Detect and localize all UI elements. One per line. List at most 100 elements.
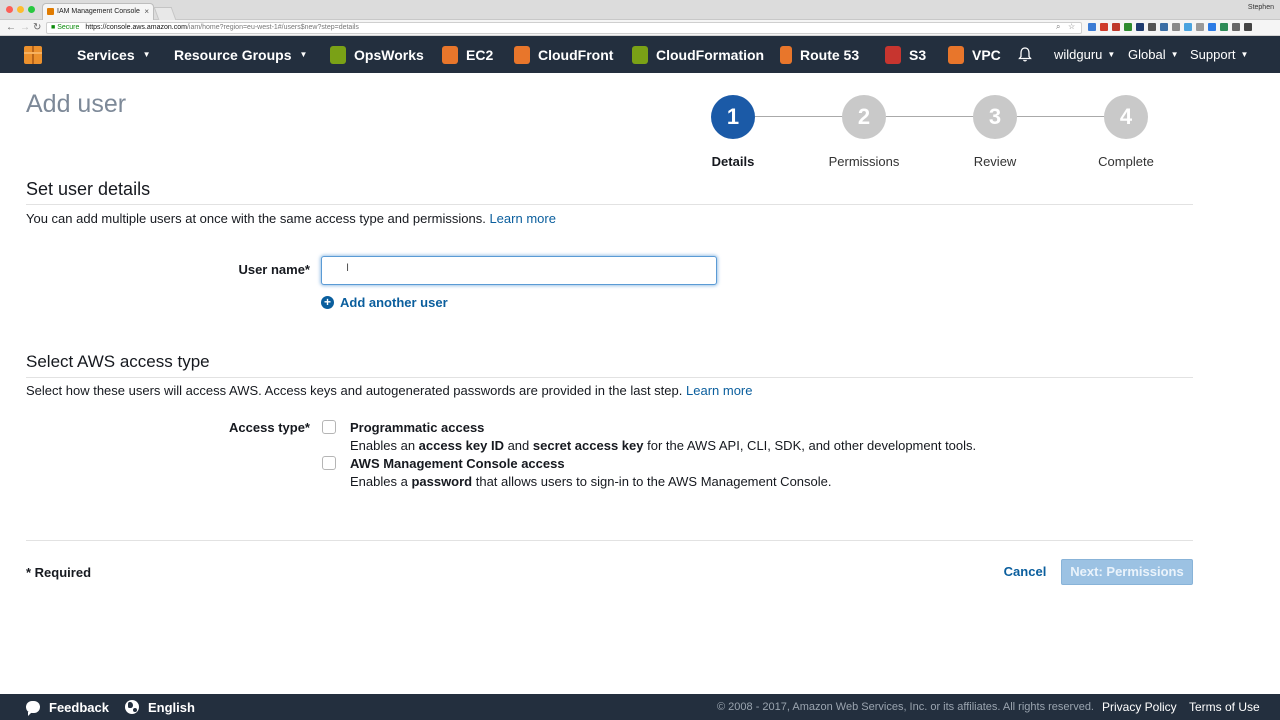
chevron-down-icon: ▼ xyxy=(1107,50,1116,59)
shortcut-opsworks[interactable]: OpsWorks xyxy=(330,36,424,73)
cloudformation-icon xyxy=(632,45,648,64)
user-name-input[interactable] xyxy=(321,256,717,285)
step-number: 1 xyxy=(711,95,755,139)
opsworks-icon xyxy=(330,45,346,64)
learn-more-link[interactable]: Learn more xyxy=(489,211,555,226)
divider xyxy=(26,377,1193,378)
next-permissions-button[interactable]: Next: Permissions xyxy=(1061,559,1193,585)
user-details-description: You can add multiple users at once with … xyxy=(26,211,556,226)
region-label: Global xyxy=(1128,47,1166,62)
aws-favicon-icon xyxy=(47,8,54,15)
secure-label: Secure xyxy=(57,24,80,31)
resource-groups-menu[interactable]: Resource Groups ▼ xyxy=(174,36,307,73)
privacy-policy-link[interactable]: Privacy Policy xyxy=(1102,694,1177,720)
console-access-description: Enables a password that allows users to … xyxy=(350,474,832,489)
extension-icon[interactable] xyxy=(1184,23,1192,31)
extension-icon[interactable] xyxy=(1112,23,1120,31)
description-text: You can add multiple users at once with … xyxy=(26,211,486,226)
shortcut-cloudformation[interactable]: CloudFormation xyxy=(632,36,764,73)
feedback-button[interactable]: Feedback xyxy=(26,694,109,720)
resource-groups-label: Resource Groups xyxy=(174,46,292,63)
minimize-window-icon[interactable] xyxy=(17,6,24,13)
search-icon[interactable]: ⌕ xyxy=(1056,22,1060,32)
browser-tab-strip: IAM Management Console × Stephen xyxy=(0,0,1280,20)
account-menu[interactable]: wildguru ▼ xyxy=(1054,36,1115,73)
services-menu[interactable]: Services ▼ xyxy=(77,36,151,73)
programmatic-access-checkbox[interactable] xyxy=(322,420,336,434)
console-access-checkbox[interactable] xyxy=(322,456,336,470)
chevron-down-icon: ▼ xyxy=(1170,50,1179,59)
shortcut-s3[interactable]: S3 xyxy=(885,36,926,73)
language-button[interactable]: English xyxy=(125,694,195,720)
menu-icon[interactable] xyxy=(1244,23,1252,31)
chevron-down-icon: ▼ xyxy=(142,50,151,59)
divider xyxy=(26,204,1193,205)
extension-icon[interactable] xyxy=(1172,23,1180,31)
step-number: 3 xyxy=(973,95,1017,139)
terms-of-use-link[interactable]: Terms of Use xyxy=(1189,694,1260,720)
extension-icon[interactable] xyxy=(1136,23,1144,31)
plus-circle-icon: + xyxy=(321,296,334,309)
extension-icon[interactable] xyxy=(1124,23,1132,31)
desc-text: Enables a xyxy=(350,474,412,489)
support-menu[interactable]: Support ▼ xyxy=(1190,36,1248,73)
shortcut-vpc[interactable]: VPC xyxy=(948,36,1001,73)
extension-icon[interactable] xyxy=(1100,23,1108,31)
access-type-description: Select how these users will access AWS. … xyxy=(26,383,752,398)
close-window-icon[interactable] xyxy=(6,6,13,13)
wizard-step-permissions: 2 Permissions xyxy=(819,95,909,169)
copyright-text: © 2008 - 2017, Amazon Web Services, Inc.… xyxy=(717,701,1094,713)
reload-icon[interactable]: ↻ xyxy=(33,21,41,35)
extension-icon[interactable] xyxy=(1088,23,1096,31)
aws-cube-icon xyxy=(24,45,42,64)
cancel-button[interactable]: Cancel xyxy=(1000,559,1050,585)
browser-tab[interactable]: IAM Management Console × xyxy=(42,3,154,20)
region-menu[interactable]: Global ▼ xyxy=(1128,36,1179,73)
desc-text: for the AWS API, CLI, SDK, and other dev… xyxy=(643,438,977,453)
wizard-step-review: 3 Review xyxy=(950,95,1040,169)
services-label: Services xyxy=(77,46,135,63)
url-host: https://console.aws.amazon.com xyxy=(85,24,187,31)
notifications-button[interactable] xyxy=(1018,36,1032,73)
extension-icon[interactable] xyxy=(1208,23,1216,31)
extension-icon[interactable] xyxy=(1220,23,1228,31)
shortcut-cloudfront[interactable]: CloudFront xyxy=(514,36,613,73)
learn-more-link[interactable]: Learn more xyxy=(686,383,752,398)
shortcut-label: EC2 xyxy=(466,46,494,63)
bell-icon xyxy=(1018,47,1032,62)
step-number: 4 xyxy=(1104,95,1148,139)
tab-close-icon[interactable]: × xyxy=(144,4,149,20)
step-label: Details xyxy=(711,154,755,169)
shortcut-route53[interactable]: Route 53 xyxy=(780,36,859,73)
extension-icon[interactable] xyxy=(1232,23,1240,31)
maximize-window-icon[interactable] xyxy=(28,6,35,13)
desc-emphasis: secret access key xyxy=(532,438,644,453)
console-footer: Feedback English © 2008 - 2017, Amazon W… xyxy=(0,694,1280,720)
shortcut-label: Route 53 xyxy=(800,46,860,63)
shortcut-label: S3 xyxy=(909,46,927,63)
forward-arrow-icon[interactable]: → xyxy=(20,21,30,35)
bookmark-star-icon[interactable]: ☆ xyxy=(1068,22,1075,31)
user-details-heading: Set user details xyxy=(26,179,151,199)
browser-toolbar: ← → ↻ ■ Secure https://console.aws.amazon… xyxy=(0,20,1280,36)
new-tab-button[interactable] xyxy=(153,7,177,20)
chevron-down-icon: ▼ xyxy=(299,50,308,59)
extension-icon[interactable] xyxy=(1148,23,1156,31)
add-another-user-button[interactable]: + Add another user xyxy=(321,295,448,310)
back-arrow-icon[interactable]: ← xyxy=(6,21,16,35)
shortcut-label: VPC xyxy=(972,46,1001,63)
text-cursor-icon: I xyxy=(346,262,350,274)
extension-icon[interactable] xyxy=(1196,23,1204,31)
address-bar[interactable]: ■ Secure https://console.aws.amazon.com/i… xyxy=(46,22,1082,34)
divider xyxy=(26,540,1193,541)
shortcut-ec2[interactable]: EC2 xyxy=(442,36,493,73)
language-label: English xyxy=(148,699,195,715)
step-label: Complete xyxy=(1098,154,1154,169)
vpc-icon xyxy=(948,45,964,64)
aws-logo[interactable] xyxy=(0,36,66,73)
ec2-icon xyxy=(442,45,458,64)
step-label: Review xyxy=(973,154,1017,169)
page-title: Add user xyxy=(26,90,127,118)
extension-icon[interactable] xyxy=(1160,23,1168,31)
profile-name[interactable]: Stephen xyxy=(1248,4,1274,11)
